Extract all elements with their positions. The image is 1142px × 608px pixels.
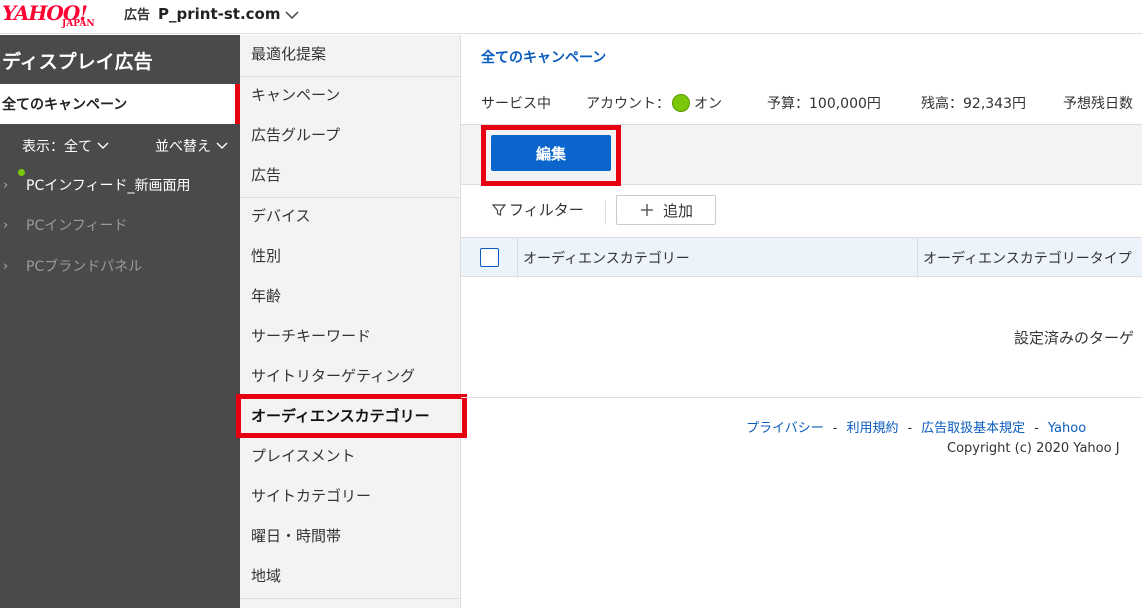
budget-value: 予算：100,000円 (767, 96, 881, 112)
column-divider (517, 238, 518, 278)
top-bar: YAHOO! JAPAN 広告 P_print-st.com (0, 0, 1142, 34)
chevron-down-icon (97, 142, 109, 149)
footer-link-privacy[interactable]: プライバシー (746, 421, 824, 436)
sidebar-item-all-campaigns[interactable]: 全てのキャンペーン (0, 84, 240, 124)
account-status-bar: サービス中 アカウント： オン 予算：100,000円 残高：92,343円 予想… (461, 81, 1142, 125)
filter-icon (491, 203, 507, 216)
content-divider (461, 397, 1142, 398)
breadcrumb[interactable]: 全てのキャンペーン (481, 47, 606, 67)
nav-item-label: デバイス (251, 207, 311, 225)
campaign-sidebar: ディスプレイ広告 全てのキャンペーン 表示：全て 並べ替え › PCインフィード… (0, 35, 240, 608)
sidebar-campaign-item[interactable]: › PCインフィード (0, 207, 240, 245)
account-selector[interactable]: P_print-st.com (158, 5, 280, 23)
table-header: オーディエンスカテゴリー オーディエンスカテゴリータイプ (461, 237, 1142, 278)
logo-ad-label: 広告 (124, 8, 151, 23)
nav-item-placement[interactable]: プレイスメント (240, 437, 460, 477)
campaign-name: PCインフィード_新画面用 (26, 178, 191, 194)
service-status: サービス中 (481, 96, 551, 112)
sidebar-campaign-item[interactable]: › PCブランドパネル (0, 248, 240, 286)
nav-item-optimization[interactable]: 最適化提案 (240, 35, 460, 75)
nav-item-label: サイトカテゴリー (251, 487, 372, 505)
nav-item-label: 広告 (251, 166, 282, 184)
nav-item-adgroup[interactable]: 広告グループ (240, 116, 460, 156)
filter-label: フィルター (509, 201, 584, 219)
plus-icon (640, 204, 653, 216)
nav-item-site-retargeting[interactable]: サイトリターゲティング (240, 357, 460, 397)
column-divider (917, 238, 918, 278)
nav-item-label: 地域 (251, 567, 282, 585)
sidebar-campaign-item[interactable]: › PCインフィード_新画面用 (0, 167, 240, 205)
nav-item-ad[interactable]: 広告 (240, 156, 460, 196)
empty-table-message: 設定済みのターゲ (1014, 329, 1135, 347)
nav-item-label: 曜日・時間帯 (251, 527, 342, 545)
status-active-dot (18, 169, 25, 176)
nav-item-label: サイトリターゲティング (251, 367, 416, 385)
column-header-audience-category[interactable]: オーディエンスカテゴリー (523, 248, 690, 268)
footer-link-ad-policy[interactable]: 広告取扱基本規定 (921, 421, 1025, 436)
chevron-down-icon (216, 142, 228, 149)
nav-item-region[interactable]: 地域 (240, 557, 460, 597)
nav-item-day-time[interactable]: 曜日・時間帯 (240, 517, 460, 557)
sidebar-title: ディスプレイ広告 (2, 51, 153, 73)
filter-row: フィルター 追加 (461, 185, 1142, 237)
nav-item-label: 性別 (251, 247, 282, 265)
nav-item-gender[interactable]: 性別 (240, 237, 460, 277)
annotation-highlight (481, 125, 621, 186)
account-status: アカウント： オン (586, 93, 722, 113)
status-on-icon (672, 94, 690, 112)
days-left-label: 予想残日数 (1063, 96, 1133, 112)
filter-button[interactable]: フィルター (491, 199, 584, 220)
copyright-text: Copyright (c) 2020 Yahoo J (947, 441, 1120, 456)
footer-link-terms[interactable]: 利用規約 (846, 421, 898, 436)
footer-links: プライバシー - 利用規約 - 広告取扱基本規定 - Yahoo (746, 421, 1087, 436)
chevron-down-icon[interactable] (284, 7, 300, 23)
account-status-value: オン (694, 96, 722, 112)
display-filter-dropdown[interactable]: 表示：全て (22, 136, 110, 156)
campaign-name: PCブランドパネル (26, 259, 143, 275)
nav-item-site-category[interactable]: サイトカテゴリー (240, 477, 460, 517)
main-content: 全てのキャンペーン サービス中 アカウント： オン 予算：100,000円 残高：… (461, 35, 1142, 608)
nav-item-search-keyword[interactable]: サーチキーワード (240, 317, 460, 357)
nav-item-age[interactable]: 年齢 (240, 277, 460, 317)
display-filter-label: 表示：全て (22, 139, 92, 155)
nav-item-label: プレイスメント (251, 447, 356, 465)
logo-subtext: JAPAN (62, 19, 95, 29)
chevron-right-icon[interactable]: › (3, 218, 8, 233)
nav-item-label: 広告グループ (251, 126, 341, 144)
nav-item-label: 年齢 (251, 287, 282, 305)
sidebar-item-label: 全てのキャンペーン (2, 97, 128, 113)
account-status-label: アカウント： (586, 96, 670, 112)
footer-link-yahoo[interactable]: Yahoo (1048, 421, 1086, 436)
column-header-audience-category-type[interactable]: オーディエンスカテゴリータイプ (923, 248, 1132, 268)
nav-divider (240, 598, 460, 599)
nav-item-label: サーチキーワード (251, 327, 372, 345)
annotation-highlight (236, 394, 467, 438)
nav-item-campaign[interactable]: キャンペーン (240, 76, 460, 116)
nav-item-label: 最適化提案 (251, 45, 327, 63)
select-all-checkbox[interactable] (480, 248, 499, 267)
balance-value: 残高：92,343円 (921, 96, 1026, 112)
sort-label: 並べ替え (155, 139, 211, 155)
add-label: 追加 (662, 201, 693, 220)
chevron-right-icon[interactable]: › (3, 259, 8, 274)
sort-dropdown[interactable]: 並べ替え (155, 136, 229, 156)
add-button[interactable]: 追加 (616, 195, 716, 225)
toolbar-divider (605, 201, 606, 225)
nav-item-device[interactable]: デバイス (240, 197, 460, 237)
nav-item-label: キャンペーン (251, 86, 341, 104)
chevron-right-icon[interactable]: › (3, 178, 8, 193)
campaign-name: PCインフィード (26, 218, 128, 234)
report-nav: 最適化提案 キャンペーン 広告グループ 広告 デバイス 性別 年齢 サーチキーワ… (240, 35, 461, 608)
